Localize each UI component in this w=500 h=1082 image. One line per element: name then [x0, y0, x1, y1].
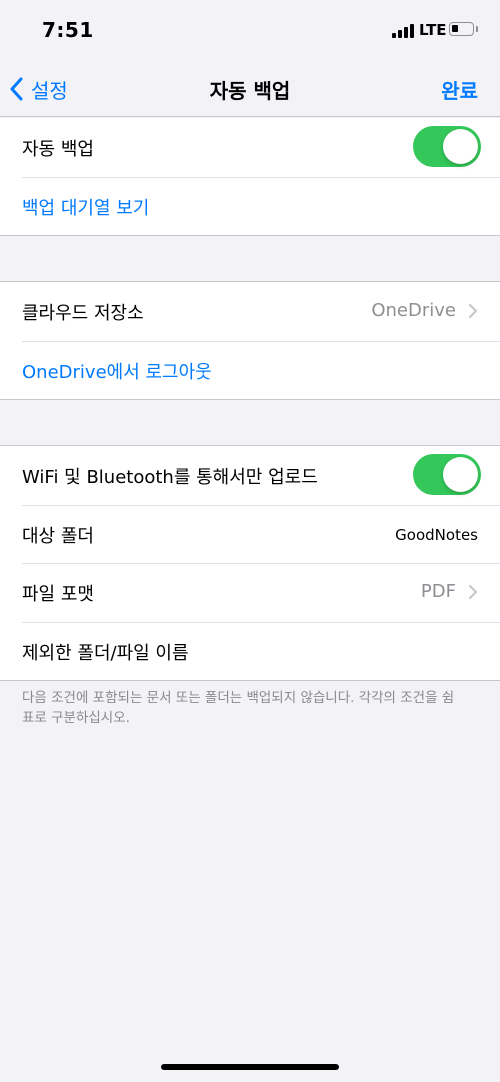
cloud-storage-value: OneDrive — [371, 300, 456, 321]
home-indicator[interactable] — [161, 1064, 339, 1070]
target-folder-label: 대상 폴더 — [22, 525, 94, 547]
toggle-knob — [443, 457, 478, 492]
status-time: 7:51 — [42, 18, 94, 42]
file-format-value: PDF — [420, 581, 456, 602]
chevron-right-icon — [469, 585, 477, 599]
file-format-label: 파일 포맷 — [22, 584, 94, 605]
upload-options-group: WiFi 및 Bluetooth를 통해서만 업로드 대상 폴더 GoodNot… — [0, 445, 500, 681]
page-title: 자동 백업 — [209, 79, 291, 103]
chevron-right-icon — [469, 304, 477, 318]
excluded-names-label: 제외한 폴더/파일 이름 — [22, 642, 189, 664]
wifi-only-label: WiFi 및 Bluetooth를 통해서만 업로드 — [22, 467, 318, 488]
wifi-only-row: WiFi 및 Bluetooth를 통해서만 업로드 — [0, 446, 500, 505]
cloud-storage-group: 클라우드 저장소 OneDrive OneDrive에서 로그아웃 — [0, 281, 500, 400]
auto-backup-row: 자동 백업 — [0, 118, 500, 177]
navigation-bar: 설정 자동 백업 완료 — [0, 60, 500, 117]
auto-backup-toggle[interactable] — [413, 126, 481, 167]
cloud-storage-label: 클라우드 저장소 — [22, 303, 144, 324]
toggle-knob — [443, 129, 478, 164]
battery-icon — [449, 22, 474, 36]
file-format-row[interactable]: 파일 포맷 PDF — [0, 563, 500, 622]
target-folder-row[interactable]: 대상 폴더 GoodNotes — [0, 504, 500, 564]
excluded-names-row[interactable]: 제외한 폴더/파일 이름 — [0, 621, 500, 681]
battery-level — [452, 25, 458, 32]
target-folder-value: GoodNotes — [395, 525, 478, 544]
excluded-names-footnote: 다음 조건에 포함되는 문서 또는 폴더는 백업되지 않습니다. 각각의 조건을… — [22, 690, 455, 726]
view-queue-row[interactable]: 백업 대기열 보기 — [0, 176, 500, 236]
network-type: LTE — [419, 21, 447, 39]
cloud-storage-row[interactable]: 클라우드 저장소 OneDrive — [0, 282, 500, 341]
logout-row[interactable]: OneDrive에서 로그아웃 — [0, 340, 500, 400]
battery-cap — [476, 26, 478, 32]
auto-backup-group: 자동 백업 백업 대기열 보기 — [0, 118, 500, 236]
status-bar: 7:51 LTE — [0, 0, 500, 60]
logout-link[interactable]: OneDrive에서 로그아웃 — [22, 358, 212, 384]
auto-backup-label: 자동 백업 — [22, 139, 94, 160]
wifi-only-toggle[interactable] — [413, 454, 481, 495]
cellular-signal-icon — [392, 24, 416, 38]
view-queue-link[interactable]: 백업 대기열 보기 — [22, 194, 149, 220]
done-button[interactable]: 완료 — [441, 75, 478, 104]
